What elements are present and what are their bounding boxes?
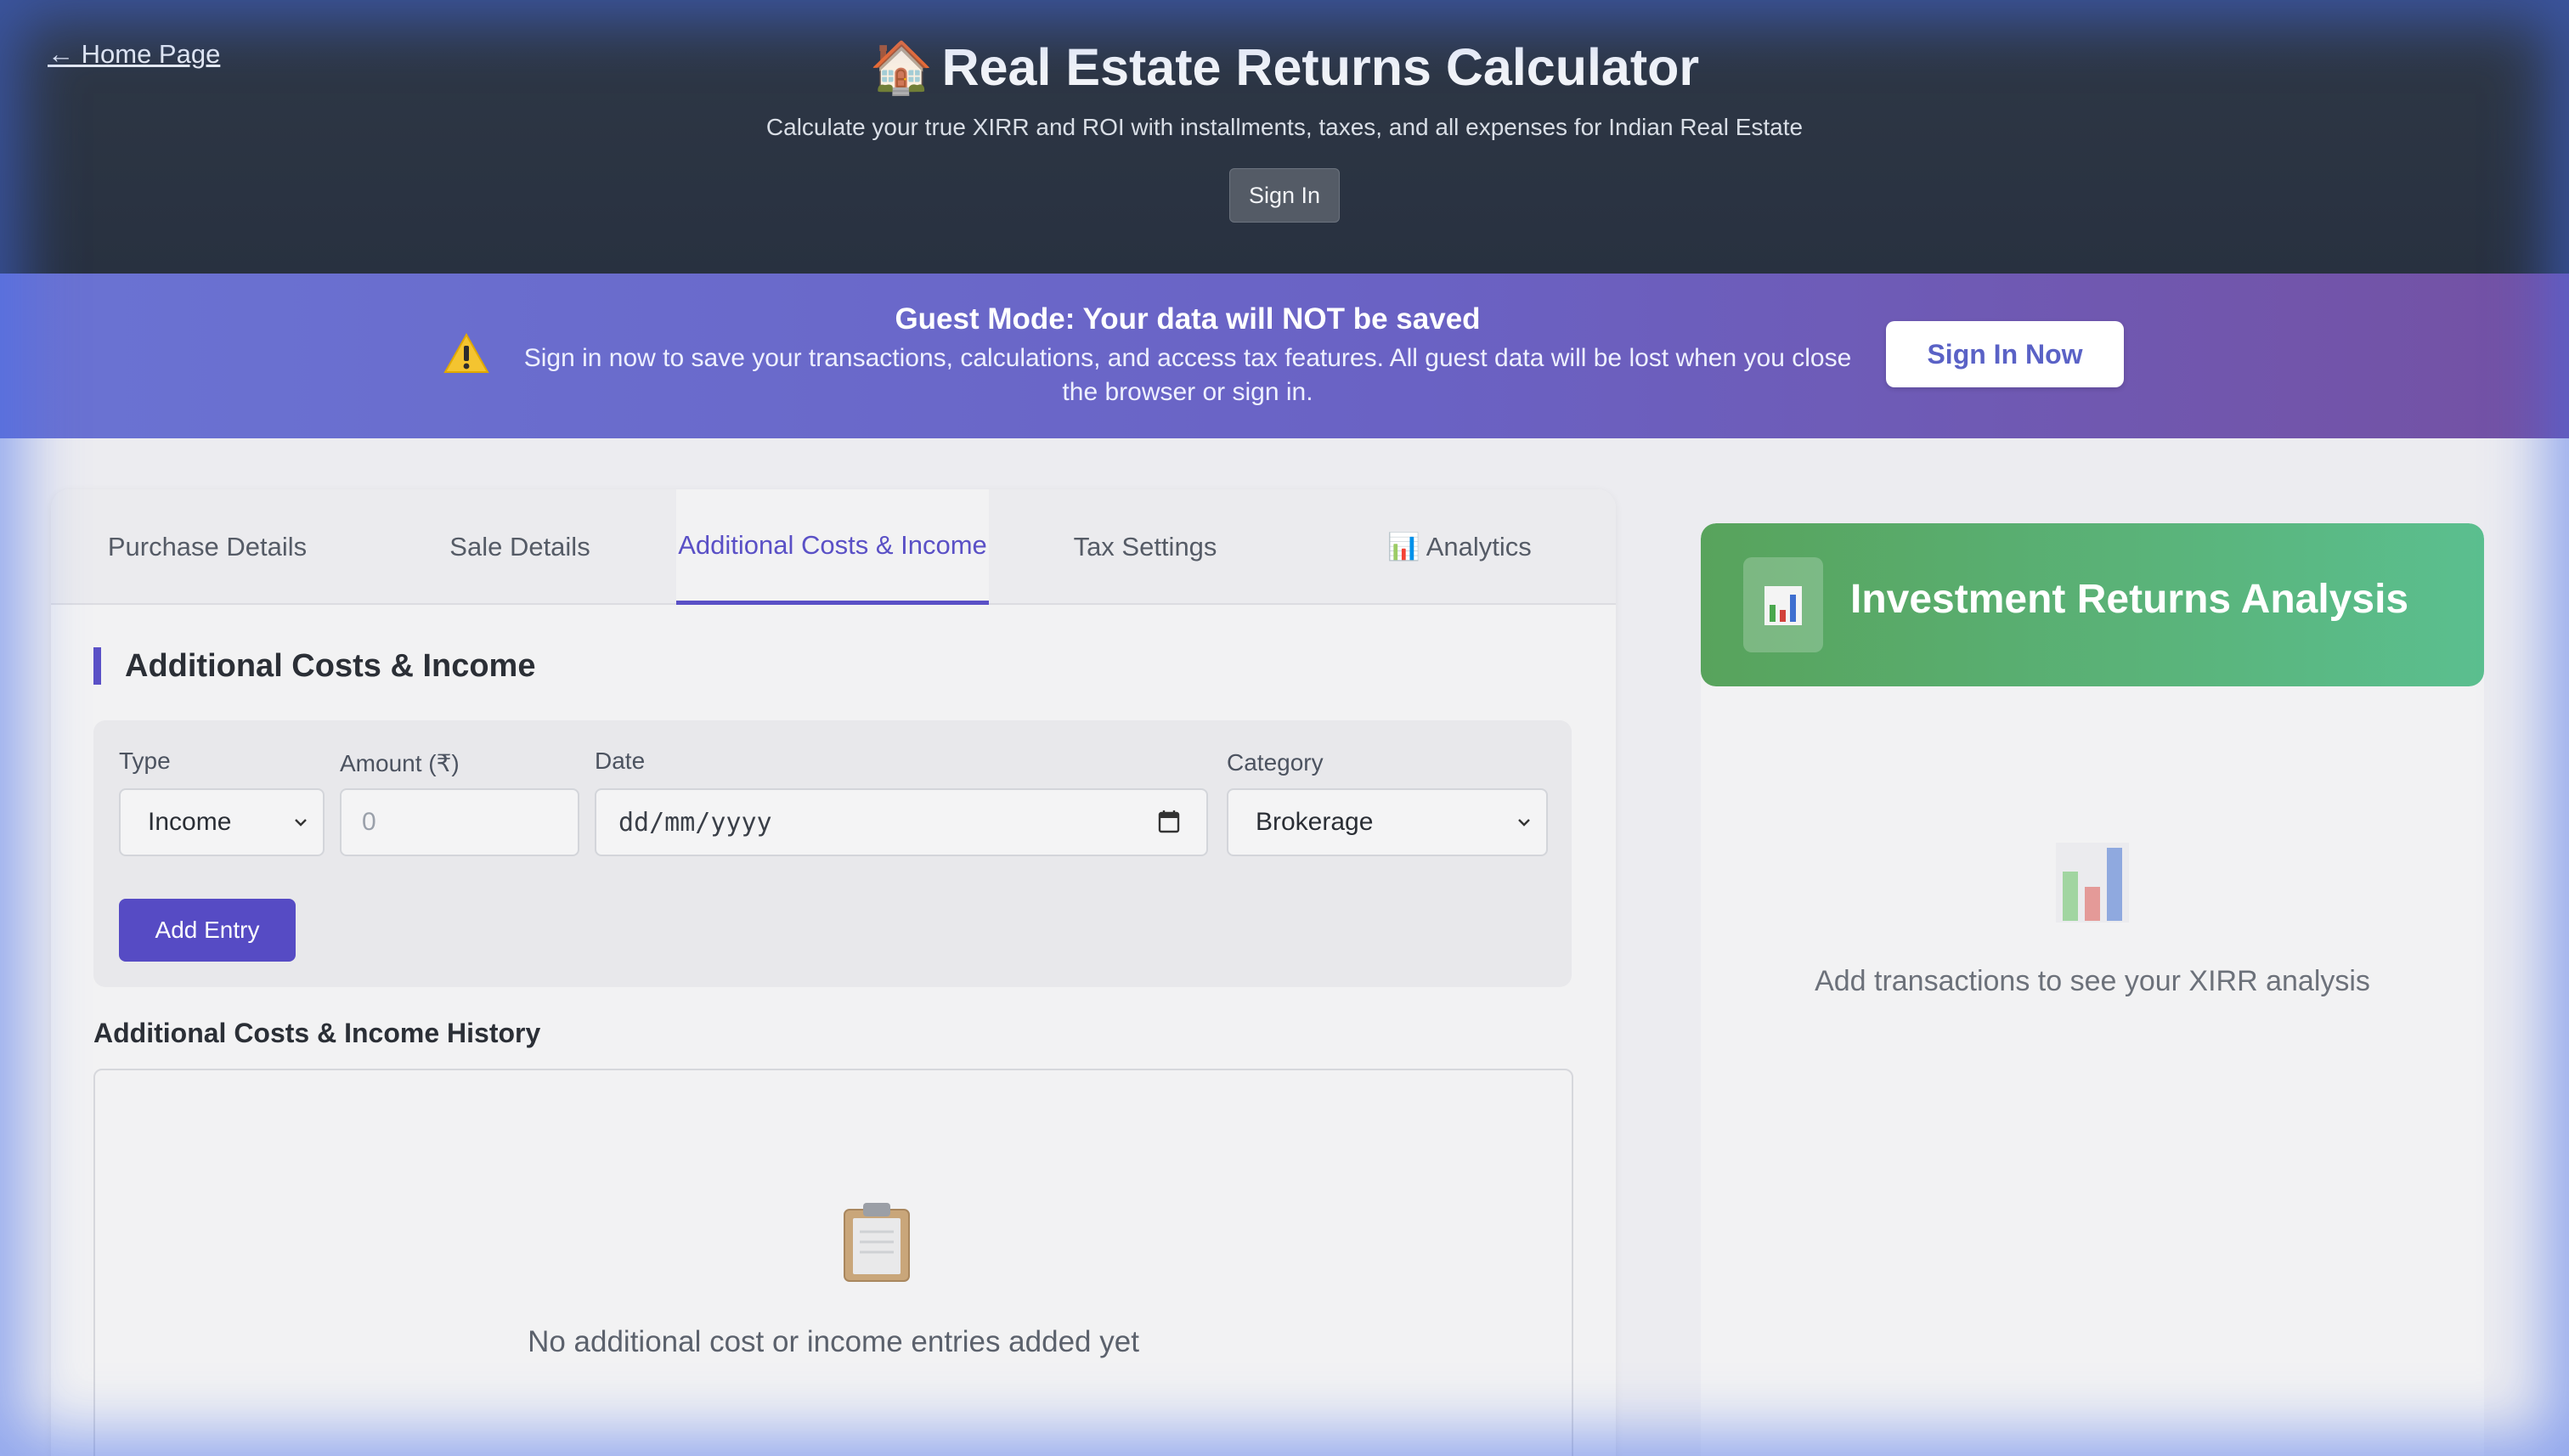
house-icon: 🏠 — [869, 39, 934, 96]
bar-chart-icon — [1743, 557, 1823, 652]
tab-tax-settings[interactable]: Tax Settings — [989, 489, 1301, 605]
history-heading: Additional Costs & Income History — [93, 1018, 541, 1048]
analysis-header: Investment Returns Analysis — [1701, 523, 2484, 686]
calculator-panel: Purchase Details Sale Details Additional… — [51, 489, 1616, 1456]
page: ← Home Page 🏠 Real Estate Returns Calcula… — [0, 0, 2569, 1456]
guest-mode-message: Sign in now to save your transactions, c… — [523, 344, 1852, 406]
sign-in-now-button[interactable]: Sign In Now — [1886, 321, 2124, 387]
warning-icon — [443, 333, 489, 373]
entry-form: Type Income Amount (₹) 0 Date dd/mm/yyyy… — [93, 720, 1572, 987]
amount-input[interactable]: 0 — [340, 788, 579, 856]
analysis-panel: Investment Returns Analysis Add transact… — [1701, 523, 2484, 1456]
app-header: ← Home Page 🏠 Real Estate Returns Calcula… — [0, 0, 2569, 274]
date-input[interactable]: dd/mm/yyyy — [595, 788, 1208, 856]
tab-analytics[interactable]: 📊 Analytics — [1303, 489, 1616, 605]
page-title-text: Real Estate Returns Calculator — [941, 38, 1700, 96]
empty-analysis-message: Add transactions to see your XIRR analys… — [1815, 965, 2370, 997]
sign-in-button[interactable]: Sign In — [1229, 168, 1340, 223]
type-label: Type — [119, 748, 171, 774]
type-select[interactable]: Income — [119, 788, 325, 856]
section-heading: Additional Costs & Income — [93, 647, 535, 685]
bar-chart-icon — [2056, 843, 2129, 923]
amount-label: Amount (₹) — [340, 750, 460, 776]
tab-bar: Purchase Details Sale Details Additional… — [51, 489, 1616, 605]
analysis-title: Investment Returns Analysis — [1850, 577, 2409, 622]
tab-additional-costs-income[interactable]: Additional Costs & Income — [676, 489, 989, 605]
tab-purchase-details[interactable]: Purchase Details — [51, 489, 364, 605]
empty-history-message: No additional cost or income entries add… — [528, 1325, 1139, 1358]
date-placeholder: dd/mm/yyyy — [618, 807, 772, 838]
page-subtitle: Calculate your true XIRR and ROI with in… — [765, 114, 1804, 140]
add-entry-button[interactable]: Add Entry — [119, 899, 296, 962]
guest-mode-title: Guest Mode: Your data will NOT be saved — [895, 302, 1481, 336]
chevron-down-icon — [295, 819, 307, 827]
category-select[interactable]: Brokerage — [1227, 788, 1548, 856]
category-select-value: Brokerage — [1256, 808, 1374, 836]
type-select-value: Income — [148, 808, 232, 836]
calendar-icon[interactable] — [1157, 809, 1181, 834]
date-label: Date — [595, 748, 646, 774]
chevron-down-icon — [1518, 819, 1530, 827]
clipboard-icon — [844, 1203, 910, 1282]
history-list: No additional cost or income entries add… — [93, 1069, 1573, 1456]
amount-placeholder: 0 — [362, 808, 376, 836]
category-label: Category — [1227, 749, 1324, 776]
page-title: 🏠 Real Estate Returns Calculator — [0, 37, 2569, 98]
tab-sale-details[interactable]: Sale Details — [364, 489, 676, 605]
